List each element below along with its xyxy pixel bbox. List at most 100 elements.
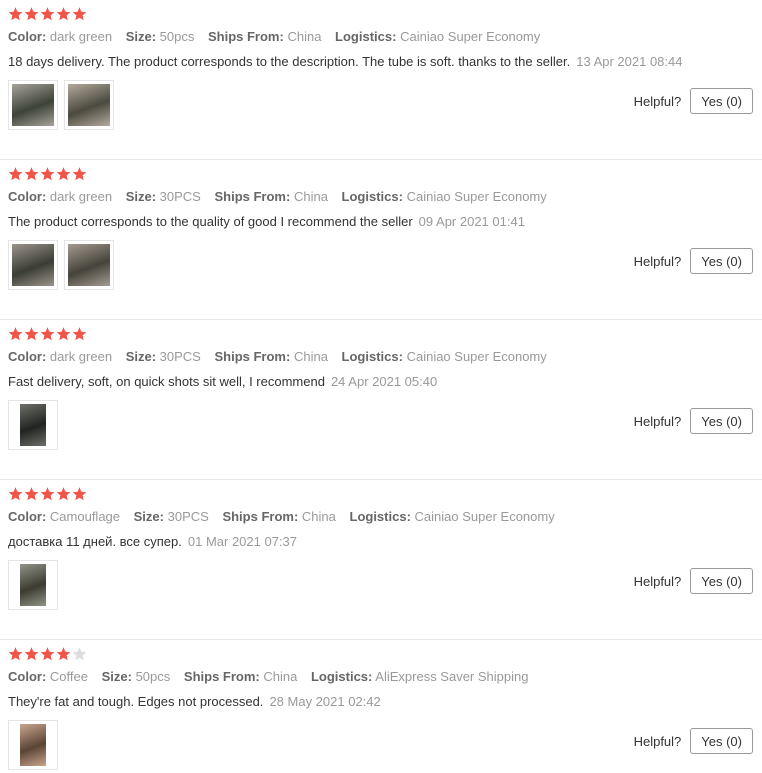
star-filled-icon	[8, 646, 23, 662]
review-photo-thumbnail[interactable]	[64, 240, 114, 290]
size-value: 30PCS	[159, 189, 201, 204]
color-attribute: Color: Camouflage	[8, 509, 120, 524]
logistics-value: Cainiao Super Economy	[406, 189, 547, 204]
review-photo-thumbnail[interactable]	[8, 80, 58, 130]
review-photo-icon	[20, 564, 46, 606]
helpful-yes-button[interactable]: Yes (0)	[690, 88, 753, 114]
star-filled-icon	[56, 6, 71, 22]
color-label: Color:	[8, 29, 47, 44]
color-value: Camouflage	[49, 509, 121, 524]
logistics-attribute: Logistics: Cainiao Super Economy	[350, 509, 555, 524]
review-item-4: Color: Camouflage Size: 30PCS Ships From…	[0, 480, 762, 640]
ships-from-value: China	[293, 189, 328, 204]
star-rating	[8, 6, 87, 22]
size-attribute: Size: 30PCS	[134, 509, 209, 524]
star-filled-icon	[72, 326, 87, 342]
review-item-2: Color: dark green Size: 30PCS Ships From…	[0, 160, 762, 320]
star-filled-icon	[56, 486, 71, 502]
size-value: 30PCS	[159, 349, 201, 364]
color-label: Color:	[8, 509, 47, 524]
logistics-value: Cainiao Super Economy	[400, 29, 541, 44]
review-photo-thumbnail[interactable]	[8, 400, 58, 450]
star-filled-icon	[24, 646, 39, 662]
star-rating	[8, 646, 87, 662]
helpful-section: Helpful? Yes (0)	[634, 728, 753, 754]
review-photos	[8, 240, 114, 290]
review-text: доставка 11 дней. все супер.	[8, 534, 182, 549]
size-label: Size:	[125, 29, 157, 44]
color-label: Color:	[8, 189, 47, 204]
size-attribute: Size: 30PCS	[126, 349, 201, 364]
color-value: Coffee	[49, 669, 88, 684]
star-filled-icon	[24, 6, 39, 22]
ships-from-attribute: Ships From: China	[214, 349, 327, 364]
size-attribute: Size: 30PCS	[126, 189, 201, 204]
size-attribute: Size: 50pcs	[102, 669, 171, 684]
review-attributes: Color: dark green Size: 30PCS Ships From…	[8, 189, 557, 204]
review-content: доставка 11 дней. все супер. 01 Mar 2021 …	[8, 534, 297, 549]
logistics-label: Logistics:	[335, 29, 397, 44]
color-attribute: Color: Coffee	[8, 669, 88, 684]
review-text: 18 days delivery. The product correspond…	[8, 54, 571, 69]
review-date: 24 Apr 2021 05:40	[330, 374, 438, 389]
review-photo-thumbnail[interactable]	[64, 80, 114, 130]
ships-from-label: Ships From:	[222, 509, 299, 524]
helpful-section: Helpful? Yes (0)	[634, 248, 753, 274]
review-photos	[8, 80, 114, 130]
size-label: Size:	[133, 509, 164, 524]
ships-from-value: China	[263, 669, 298, 684]
ships-from-value: China	[301, 509, 336, 524]
size-value: 30PCS	[167, 509, 209, 524]
review-photos	[8, 560, 58, 610]
logistics-value: Cainiao Super Economy	[414, 509, 555, 524]
logistics-attribute: Logistics: Cainiao Super Economy	[342, 189, 547, 204]
review-photo-icon	[20, 724, 46, 766]
star-rating	[8, 166, 87, 182]
star-filled-icon	[24, 166, 39, 182]
ships-from-attribute: Ships From: China	[222, 509, 335, 524]
review-photo-icon	[20, 404, 46, 446]
review-photo-icon	[12, 244, 54, 286]
star-filled-icon	[56, 326, 71, 342]
review-item-5: Color: Coffee Size: 50pcs Ships From: Ch…	[0, 640, 762, 773]
ships-from-attribute: Ships From: China	[208, 29, 321, 44]
star-filled-icon	[40, 326, 55, 342]
ships-from-value: China	[287, 29, 322, 44]
review-text: They're fat and tough. Edges not process…	[8, 694, 264, 709]
review-content: The product corresponds to the quality o…	[8, 214, 525, 229]
logistics-value: Cainiao Super Economy	[406, 349, 547, 364]
review-attributes: Color: Camouflage Size: 30PCS Ships From…	[8, 509, 565, 524]
review-date: 13 Apr 2021 08:44	[576, 54, 683, 69]
review-photo-icon	[12, 84, 54, 126]
review-photo-thumbnail[interactable]	[8, 560, 58, 610]
logistics-label: Logistics:	[349, 509, 411, 524]
logistics-attribute: Logistics: Cainiao Super Economy	[335, 29, 540, 44]
star-filled-icon	[40, 486, 55, 502]
star-filled-icon	[56, 166, 71, 182]
ships-from-attribute: Ships From: China	[214, 189, 327, 204]
helpful-yes-button[interactable]: Yes (0)	[690, 248, 753, 274]
review-attributes: Color: dark green Size: 50pcs Ships From…	[8, 29, 550, 44]
helpful-label: Helpful?	[633, 413, 682, 429]
helpful-yes-button[interactable]: Yes (0)	[690, 568, 753, 594]
ships-from-label: Ships From:	[183, 669, 260, 684]
helpful-label: Helpful?	[633, 253, 682, 269]
logistics-value: AliExpress Saver Shipping	[375, 669, 529, 684]
helpful-yes-button[interactable]: Yes (0)	[690, 728, 753, 754]
ships-from-value: China	[293, 349, 328, 364]
review-photo-thumbnail[interactable]	[8, 240, 58, 290]
star-rating	[8, 486, 87, 502]
review-text: Fast delivery, soft, on quick shots sit …	[8, 374, 325, 389]
review-content: 18 days delivery. The product correspond…	[8, 54, 682, 69]
review-content: Fast delivery, soft, on quick shots sit …	[8, 374, 437, 389]
size-label: Size:	[101, 669, 132, 684]
review-list: Color: dark green Size: 50pcs Ships From…	[0, 0, 762, 773]
review-text: The product corresponds to the quality o…	[8, 214, 413, 229]
size-value: 50pcs	[135, 669, 171, 684]
helpful-label: Helpful?	[633, 93, 682, 109]
review-photo-icon	[68, 244, 110, 286]
review-photo-thumbnail[interactable]	[8, 720, 58, 770]
helpful-yes-button[interactable]: Yes (0)	[690, 408, 753, 434]
star-filled-icon	[72, 6, 87, 22]
color-label: Color:	[8, 349, 47, 364]
